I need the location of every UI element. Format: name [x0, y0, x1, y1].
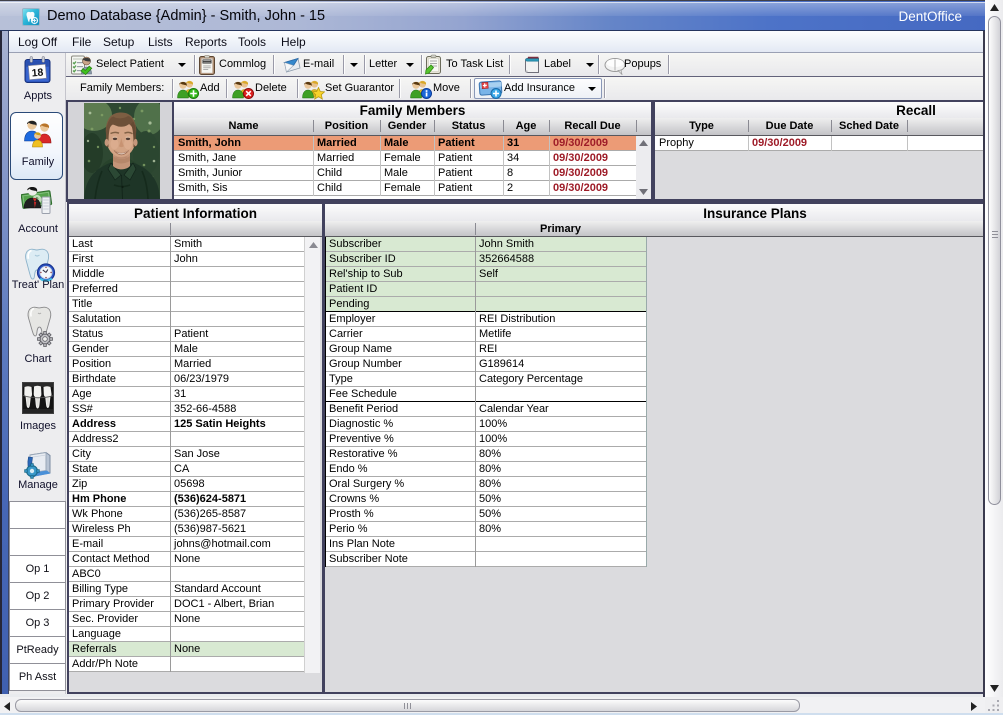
svg-text:18: 18	[31, 66, 44, 79]
